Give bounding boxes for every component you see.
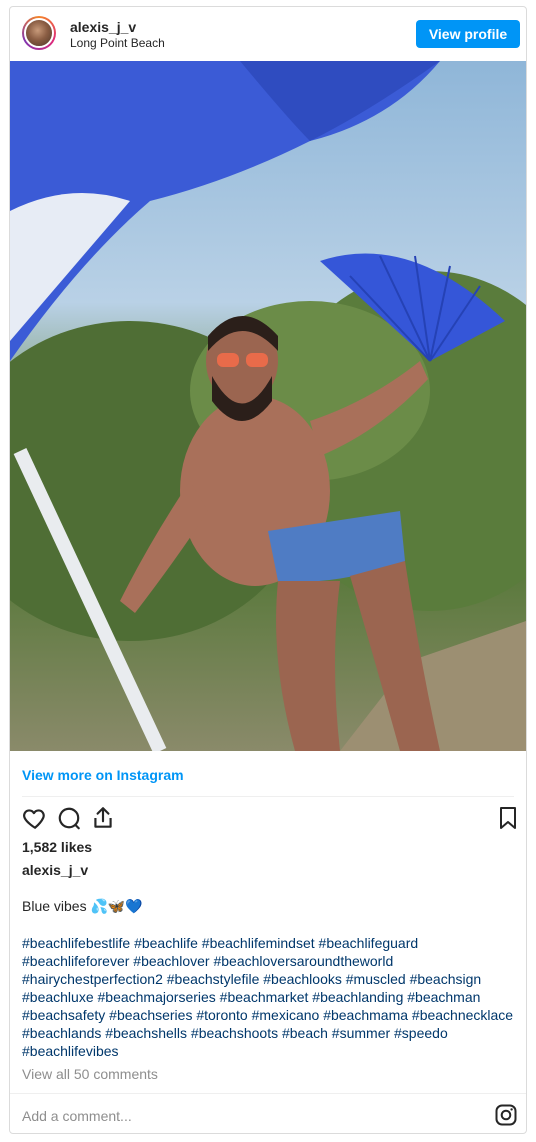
divider [10,1093,526,1094]
hashtag-list[interactable]: #beachlifebestlife #beachlife #beachlife… [22,934,522,1060]
add-comment-input[interactable]: Add a comment... [22,1108,132,1124]
view-more-on-instagram-link[interactable]: View more on Instagram [22,767,184,783]
avatar[interactable] [22,16,56,50]
post-photo[interactable] [10,61,526,751]
caption-username[interactable]: alexis_j_v [22,862,88,878]
likes-count[interactable]: 1,582 likes [22,839,92,855]
bookmark-icon[interactable] [496,805,520,836]
header-location[interactable]: Long Point Beach [70,36,165,50]
action-bar [10,803,526,833]
header-username[interactable]: alexis_j_v [70,19,136,35]
avatar-image [24,18,54,48]
post-header: alexis_j_v Long Point Beach View profile [10,7,526,61]
instagram-embed-card: alexis_j_v Long Point Beach View profile [9,6,527,1134]
heart-icon[interactable] [22,805,48,836]
view-all-comments-link[interactable]: View all 50 comments [22,1066,158,1082]
beach-photo-illustration [10,61,526,751]
share-icon[interactable] [90,805,116,836]
view-profile-button[interactable]: View profile [416,20,520,48]
caption-text: Blue vibes 💦🦋💙 [22,898,143,914]
comment-bubble-icon[interactable] [56,805,82,836]
instagram-icon[interactable] [494,1103,518,1132]
divider [22,796,514,797]
